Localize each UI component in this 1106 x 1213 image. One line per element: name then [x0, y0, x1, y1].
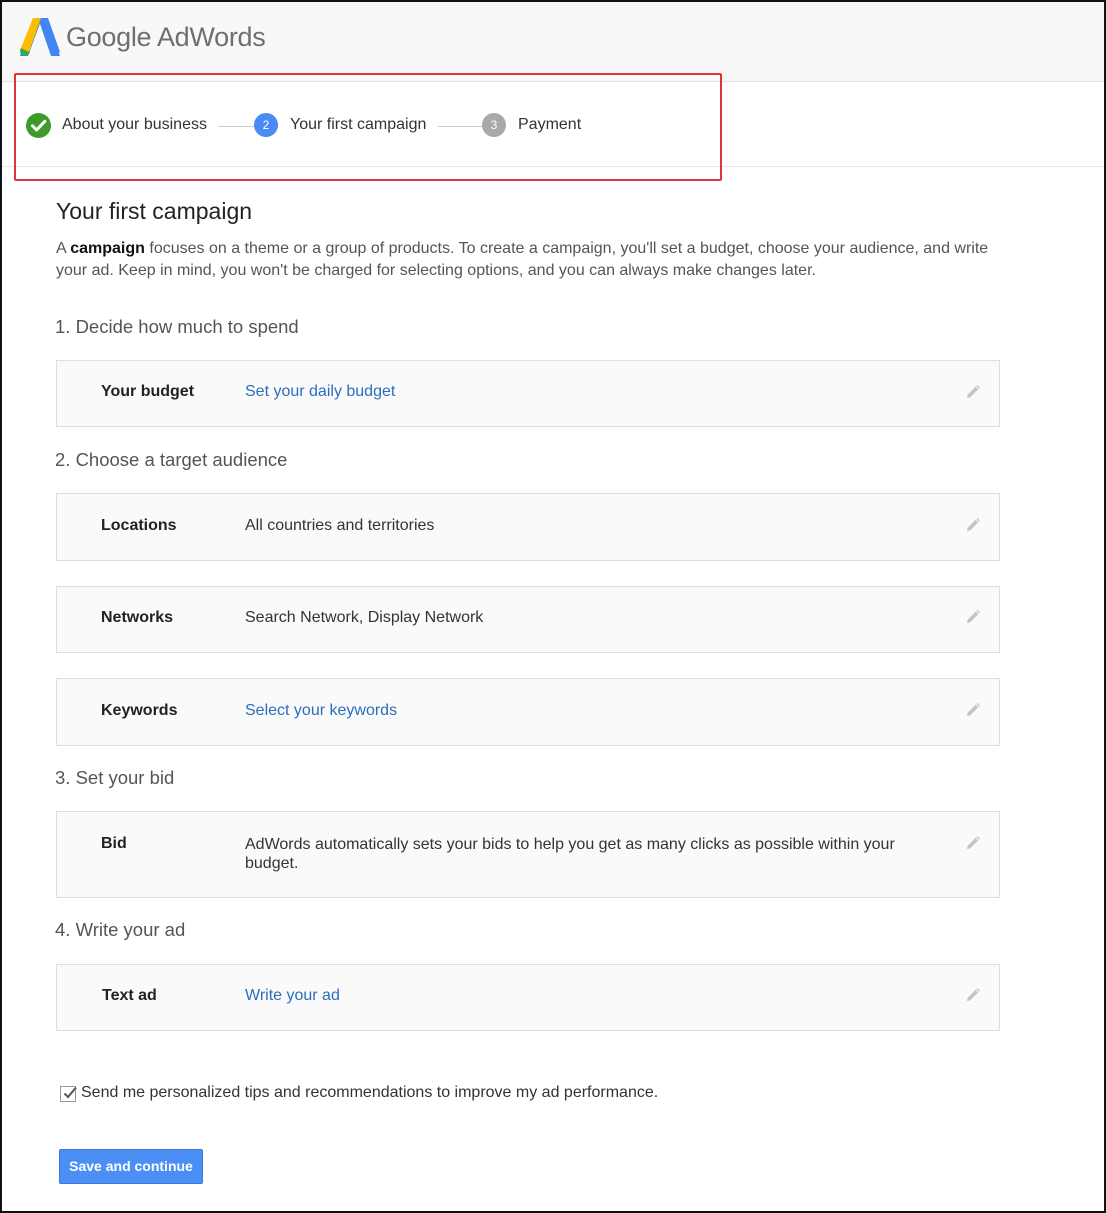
section-heading-audience: 2. Choose a target audience — [55, 449, 288, 470]
intro-text: A campaign focuses on a theme or a group… — [56, 240, 989, 279]
text-ad-row[interactable]: Text ad Write your ad — [56, 964, 1000, 1031]
row-label: Keywords — [101, 702, 178, 719]
tips-label[interactable]: Send me personalized tips and recommenda… — [81, 1084, 658, 1102]
page-title: Your first campaign — [56, 198, 253, 224]
step-number-badge: 2 — [254, 113, 278, 137]
row-label: Text ad — [102, 987, 157, 1004]
pencil-icon[interactable] — [965, 987, 981, 1003]
step-connector — [438, 126, 482, 127]
locations-row[interactable]: Locations All countries and territories — [56, 493, 1000, 561]
step-first-campaign[interactable]: Your first campaign — [290, 116, 426, 134]
networks-row[interactable]: Networks Search Network, Display Network — [56, 586, 1000, 653]
top-bar: Google AdWords — [2, 2, 1104, 82]
step-about-business[interactable]: About your business — [62, 116, 207, 134]
set-budget-link[interactable]: Set your daily budget — [245, 383, 395, 401]
row-label: Locations — [101, 517, 177, 534]
checkmark-icon — [26, 113, 51, 138]
pencil-icon[interactable] — [965, 384, 981, 400]
save-and-continue-button[interactable]: Save and continue — [59, 1149, 203, 1184]
step-number-badge: 3 — [482, 113, 506, 137]
section-heading-bid: 3. Set your bid — [55, 767, 175, 788]
checkmark-icon — [63, 1086, 77, 1099]
step-payment[interactable]: Payment — [518, 116, 581, 134]
section-heading-ad: 4. Write your ad — [55, 919, 186, 940]
adwords-logo-icon — [20, 18, 60, 56]
row-label: Your budget — [101, 383, 195, 400]
pencil-icon[interactable] — [965, 835, 981, 851]
networks-value: Search Network, Display Network — [245, 609, 484, 626]
pencil-icon[interactable] — [965, 517, 981, 533]
row-label: Networks — [101, 609, 174, 626]
bid-row[interactable]: Bid AdWords automatically sets your bids… — [56, 811, 1000, 898]
keywords-row[interactable]: Keywords Select your keywords — [56, 678, 1000, 746]
budget-row[interactable]: Your budget Set your daily budget — [56, 360, 1000, 427]
select-keywords-link[interactable]: Select your keywords — [245, 702, 397, 720]
tips-checkbox[interactable] — [60, 1086, 77, 1102]
intro-bold-term: campaign — [70, 240, 145, 257]
pencil-icon[interactable] — [965, 609, 981, 625]
brand-name: Google AdWords — [66, 22, 266, 52]
row-label: Bid — [101, 835, 127, 852]
bid-value: AdWords automatically sets your bids to … — [245, 836, 895, 872]
step-connector — [218, 126, 254, 127]
locations-value: All countries and territories — [245, 517, 435, 534]
section-heading-spend: 1. Decide how much to spend — [55, 316, 299, 337]
progress-stepper: About your business 2 Your first campaig… — [2, 83, 1104, 167]
write-ad-link[interactable]: Write your ad — [245, 987, 340, 1005]
pencil-icon[interactable] — [965, 702, 981, 718]
